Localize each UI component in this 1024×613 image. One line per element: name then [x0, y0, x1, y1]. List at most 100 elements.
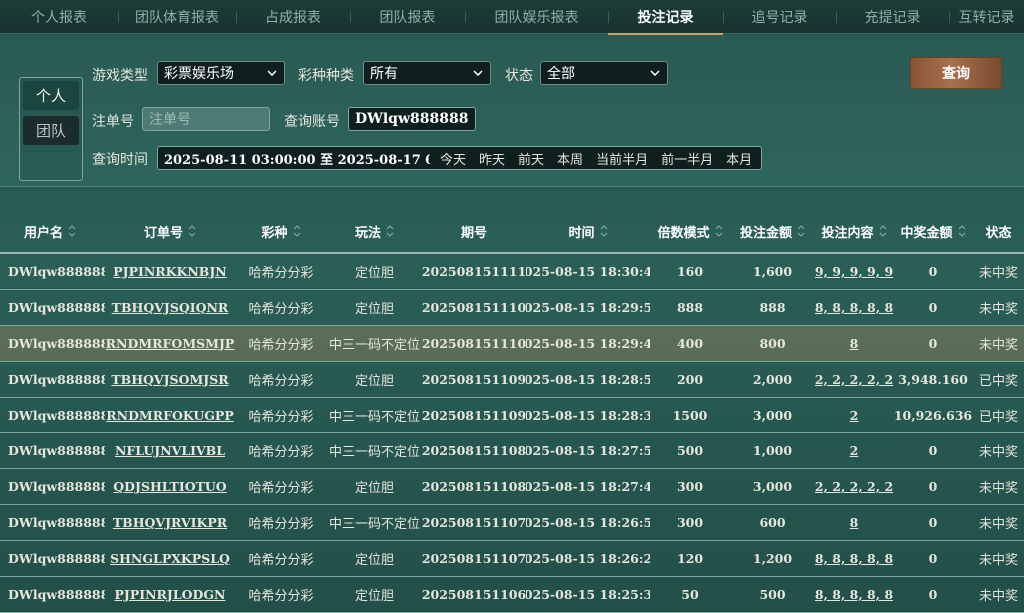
cell-order-no[interactable]: QDJSHLTIOTUO: [105, 479, 235, 494]
tab-6[interactable]: 追号记录: [723, 0, 836, 34]
quick-range-2[interactable]: 前天: [518, 149, 544, 168]
cell-win-amount: 0: [928, 479, 938, 495]
table-row[interactable]: DWlqw888888 RNDMRFOKUGPP 哈希分分彩 中三一码不定位 20250…: [0, 398, 1024, 434]
cell-lottery: 哈希分分彩: [248, 481, 314, 497]
quick-range-6[interactable]: 本月: [726, 149, 752, 168]
cell-bet-content[interactable]: 8, 8, 8, 8, 8: [815, 300, 893, 315]
account-label: 查询账号: [284, 114, 340, 130]
tab-1[interactable]: 团队体育报表: [118, 0, 236, 34]
cell-play: 定位胆: [354, 373, 394, 389]
cell-bet-content[interactable]: 8: [815, 515, 893, 530]
cell-bet-content[interactable]: 8, 8, 8, 8, 8: [815, 551, 893, 566]
table-row[interactable]: DWlqw888888 TBHQVJSQIQNR 哈希分分彩 定位胆 202508151…: [0, 290, 1024, 326]
cell-order-no[interactable]: PJPINRJLODGN: [105, 587, 235, 602]
cell-order-no[interactable]: NFLUJNVLIVBL: [105, 443, 235, 458]
sort-icon[interactable]: [386, 224, 394, 238]
cell-bet-content[interactable]: 2: [815, 443, 893, 458]
sort-icon[interactable]: [68, 224, 76, 238]
lottery-kind-select[interactable]: 所有: [363, 61, 491, 85]
tab-4[interactable]: 团队娱乐报表: [465, 0, 608, 34]
table-row[interactable]: DWlqw888888 QDJSHLTIOTUO 哈希分分彩 定位胆 202508151…: [0, 469, 1024, 506]
account-input[interactable]: DWlqw888888: [348, 107, 476, 131]
quick-range-1[interactable]: 昨天: [479, 149, 505, 168]
table-row[interactable]: DWlqw888888 SHNGLPXKPSLQ 哈希分分彩 定位胆 202508151…: [0, 541, 1024, 578]
tab-2[interactable]: 占成报表: [236, 0, 350, 34]
tab-3[interactable]: 团队报表: [350, 0, 465, 34]
cell-win-amount: 3,948.160: [898, 371, 968, 387]
cell-bet-content[interactable]: 8, 8, 8, 8, 8: [815, 587, 893, 602]
game-type-select[interactable]: 彩票娱乐场: [157, 61, 285, 85]
sort-icon[interactable]: [600, 224, 608, 238]
sort-icon[interactable]: [293, 224, 301, 238]
column-header-label: 彩种: [261, 225, 288, 241]
cell-multiplier: 300: [676, 479, 704, 495]
cell-lottery: 哈希分分彩: [248, 373, 314, 389]
quick-range-0[interactable]: 今天: [440, 149, 466, 168]
time-range-input[interactable]: 2025-08-11 03:00:00 至 2025-08-17 03:00:0…: [164, 149, 430, 168]
table-row[interactable]: DWlqw888888 PJPINRJLODGN 哈希分分彩 定位胆 202508151…: [0, 577, 1024, 613]
cell-bet-content[interactable]: 2: [815, 408, 893, 423]
cell-multiplier: 160: [676, 263, 704, 279]
column-header[interactable]: 倍数模式: [650, 222, 730, 241]
sort-icon[interactable]: [958, 224, 966, 238]
cell-order-no[interactable]: TBHQVJSOMJSR: [105, 372, 235, 387]
column-header[interactable]: 中奖金额: [893, 222, 973, 241]
cell-order-no[interactable]: RNDMRFOMSMJP: [105, 336, 235, 351]
tab-5[interactable]: 投注记录: [608, 0, 723, 35]
cell-bet-content[interactable]: 2, 2, 2, 2, 2: [815, 479, 893, 494]
cell-issue: 202508151109: [422, 371, 526, 387]
column-header[interactable]: 玩法: [327, 222, 422, 241]
table-row[interactable]: DWlqw888888 PJPINRKKNBJN 哈希分分彩 定位胆 202508151…: [0, 254, 1024, 290]
cell-bet-amount: 1,600: [752, 263, 793, 279]
sort-icon[interactable]: [879, 224, 887, 238]
cell-win-amount: 10,926.636: [893, 407, 973, 423]
column-header-label: 期号: [460, 225, 487, 241]
cell-bet-amount: 800: [759, 335, 786, 351]
cell-username: DWlqw888888: [8, 371, 105, 387]
column-header[interactable]: 彩种: [235, 222, 327, 241]
cell-time: 2025-08-15 18:25:32: [526, 586, 650, 602]
query-button[interactable]: 查询: [910, 57, 1002, 89]
report-tabs: 个人报表 团队体育报表 占成报表 团队报表 团队娱乐报表 投注记录 追号记录 充提记录 互转记录: [0, 0, 1024, 35]
quick-range-3[interactable]: 本周: [557, 149, 583, 168]
cell-bet-content[interactable]: 9, 9, 9, 9, 9: [815, 264, 893, 279]
sort-icon[interactable]: [188, 224, 196, 238]
cell-order-no[interactable]: TBHQVJSQIQNR: [105, 300, 235, 315]
column-header-label: 状态: [985, 225, 1012, 241]
quick-range-4[interactable]: 当前半月: [596, 149, 648, 168]
cell-win-amount: 0: [928, 515, 938, 531]
tab-7[interactable]: 充提记录: [836, 0, 949, 34]
table-row[interactable]: DWlqw888888 NFLUJNVLIVBL 哈希分分彩 中三一码不定位 20250…: [0, 433, 1024, 470]
column-header[interactable]: 投注金额: [730, 222, 815, 241]
column-header[interactable]: 订单号: [105, 222, 235, 241]
sort-icon[interactable]: [797, 224, 805, 238]
scope-team-button[interactable]: 团队: [23, 116, 79, 145]
cell-time: 2025-08-15 18:29:51: [526, 299, 650, 315]
tab-0[interactable]: 个人报表: [0, 0, 118, 34]
cell-bet-content[interactable]: 8: [815, 336, 893, 351]
column-header[interactable]: 时间: [526, 222, 650, 241]
order-no-input[interactable]: 注单号: [142, 107, 270, 131]
cell-order-no[interactable]: TBHQVJRVIKPR: [105, 515, 235, 530]
cell-order-no[interactable]: PJPINRKKNBJN: [105, 264, 235, 279]
status-select[interactable]: 全部: [540, 61, 668, 85]
column-header[interactable]: 用户名: [0, 222, 105, 241]
sort-icon[interactable]: [715, 224, 723, 238]
cell-order-no[interactable]: SHNGLPXKPSLQ: [105, 551, 235, 566]
tab-8[interactable]: 互转记录: [949, 0, 1024, 34]
scope-personal-button[interactable]: 个人: [23, 81, 79, 110]
cell-time: 2025-08-15 18:26:24: [526, 551, 650, 567]
cell-multiplier: 1500: [672, 407, 708, 423]
table-row[interactable]: DWlqw888888 TBHQVJRVIKPR 哈希分分彩 中三一码不定位 20250…: [0, 505, 1024, 542]
cell-lottery: 哈希分分彩: [248, 409, 314, 425]
cell-bet-content[interactable]: 2, 2, 2, 2, 2: [815, 372, 893, 387]
cell-win-amount: 0: [928, 443, 938, 459]
table-row[interactable]: DWlqw888888 RNDMRFOMSMJP 哈希分分彩 中三一码不定位 20250…: [0, 325, 1024, 362]
cell-issue: 202508151108: [422, 479, 526, 495]
cell-order-no[interactable]: RNDMRFOKUGPP: [105, 408, 235, 423]
table-row[interactable]: DWlqw888888 TBHQVJSOMJSR 哈希分分彩 定位胆 202508151…: [0, 362, 1024, 398]
column-header[interactable]: 投注内容: [815, 222, 893, 241]
cell-lottery: 哈希分分彩: [248, 445, 314, 461]
quick-range-5[interactable]: 前一半月: [661, 149, 713, 168]
cell-multiplier: 300: [676, 515, 704, 531]
